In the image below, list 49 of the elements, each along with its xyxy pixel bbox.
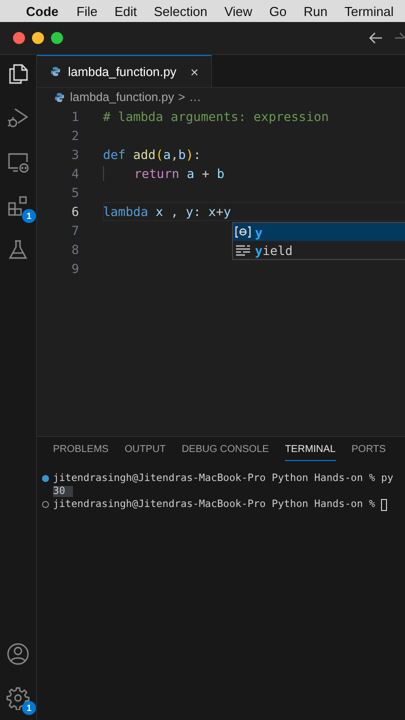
panel-tab[interactable]: TERMINAL (284, 444, 336, 461)
menu-item[interactable]: File (76, 4, 98, 18)
python-file-icon (55, 92, 64, 102)
breadcrumb-separator: > (178, 90, 186, 104)
line-number: 6 (70, 204, 79, 219)
line-number: 7 (70, 223, 79, 238)
close-tab-icon[interactable]: × (190, 64, 199, 80)
zoom-window-icon[interactable] (51, 32, 63, 44)
keyword-icon (235, 244, 251, 256)
line-number: 2 (70, 128, 79, 143)
code-line: return a + b (103, 166, 224, 181)
python-file-icon (51, 67, 60, 76)
account-icon[interactable] (6, 642, 30, 666)
notification-badge: 1 (22, 701, 36, 715)
panel-tab[interactable]: DEBUG CONSOLE (182, 444, 269, 461)
variable-icon (235, 226, 251, 238)
minimize-window-icon[interactable] (32, 32, 44, 44)
run-debug-icon[interactable] (6, 106, 30, 130)
code-line: # lambda arguments: expression (103, 109, 329, 124)
menu-item[interactable]: Run (304, 4, 328, 18)
panel-tab[interactable]: OUTPUT (124, 444, 166, 461)
app-menu[interactable]: Code (26, 4, 58, 18)
suggestion-item[interactable]: y (233, 223, 405, 241)
line-number: 8 (70, 242, 79, 257)
breadcrumb-item[interactable]: lambda_function.py (70, 90, 174, 104)
line-number: 9 (70, 261, 79, 276)
editor-tab[interactable]: lambda_function.py × (37, 55, 212, 87)
code-line: def add(a,b): (103, 147, 201, 162)
terminal-line: jitendrasingh@Jitendras-MacBook-Pro Python Hands-on % (53, 499, 376, 510)
menu-item[interactable]: Selection (154, 4, 208, 18)
menu-item[interactable]: Edit (114, 4, 137, 18)
code-line: lambda x , y: x+y (103, 204, 231, 219)
back-arrow-icon[interactable] (369, 32, 383, 44)
menu-item[interactable]: Terminal (344, 4, 394, 18)
settings-icon[interactable] (6, 686, 30, 710)
panel-tab[interactable]: PORTS (352, 444, 386, 461)
terminal-line: jitendrasingh@Jitendras-MacBook-Pro Python Hands-on % py (53, 473, 394, 484)
notification-badge: 1 (22, 209, 36, 223)
breadcrumb-item[interactable]: … (189, 90, 202, 104)
menu-item[interactable]: Go (269, 4, 287, 18)
line-number: 1 (70, 109, 79, 124)
line-number: 3 (70, 147, 79, 162)
close-window-icon[interactable] (13, 32, 25, 44)
terminal-output: 30 (53, 486, 74, 497)
line-number: 5 (70, 185, 79, 200)
panel-tab[interactable]: PROBLEMS (53, 444, 109, 461)
line-number: 4 (70, 166, 79, 181)
suggestion-item[interactable]: yield (233, 241, 405, 259)
menu-item[interactable]: View (224, 4, 252, 18)
